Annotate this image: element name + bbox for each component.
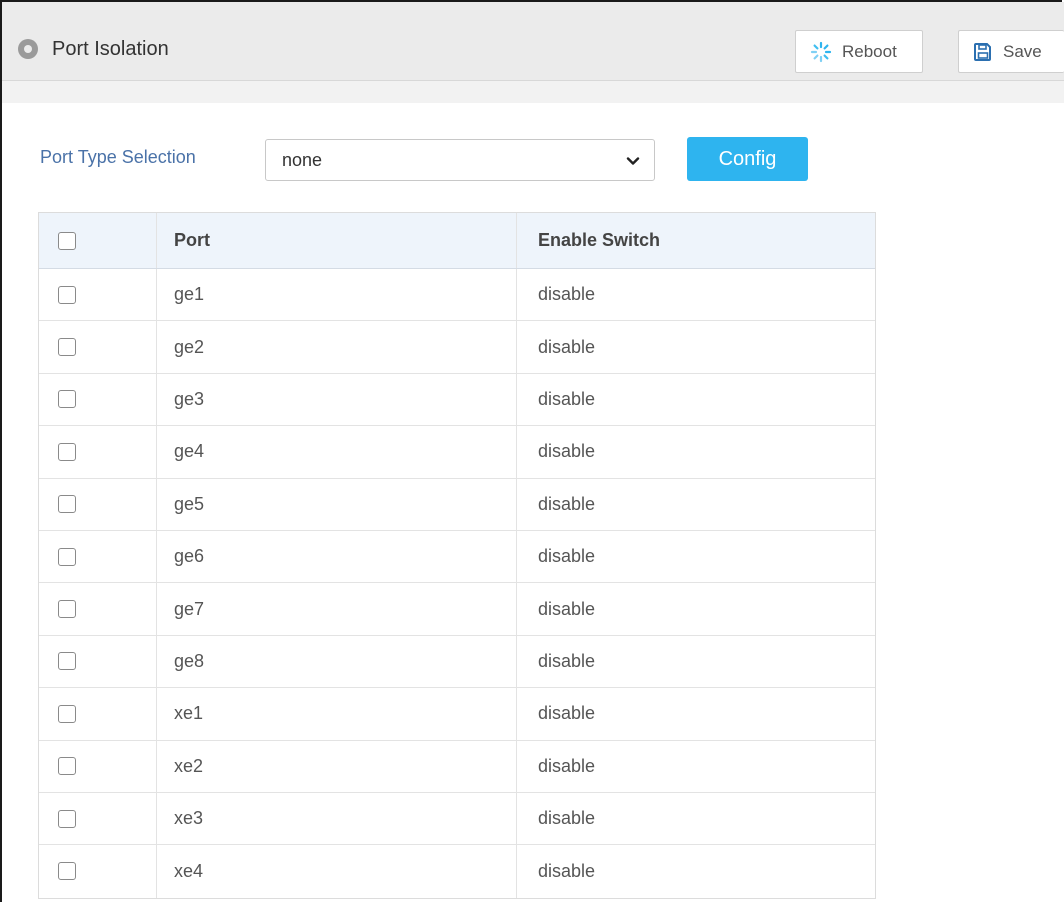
row-checkbox[interactable]	[58, 809, 76, 828]
port-type-select[interactable]: none	[265, 139, 655, 181]
enable-switch-cell: disable	[538, 336, 596, 357]
row-checkbox[interactable]	[58, 338, 76, 357]
column-header-port: Port	[157, 213, 517, 268]
row-checkbox[interactable]	[58, 285, 76, 304]
table-row: ge4 disable	[39, 426, 875, 479]
enable-switch-cell: disable	[538, 755, 596, 776]
header-strip	[2, 81, 1064, 103]
enable-switch-cell: disable	[538, 703, 596, 724]
port-cell: ge2	[157, 321, 517, 373]
row-checkbox[interactable]	[58, 442, 76, 461]
reboot-button[interactable]: Reboot	[795, 30, 923, 73]
row-checkbox-cell	[39, 688, 157, 740]
enable-switch-cell: disable	[538, 441, 596, 462]
select-all-cell	[39, 213, 157, 268]
table-row: ge8 disable	[39, 635, 875, 689]
location-dot-icon	[18, 39, 38, 59]
table-row: xe4 disable	[39, 845, 875, 898]
row-checkbox-cell	[39, 635, 157, 688]
table-row: ge2 disable	[39, 321, 875, 374]
port-cell: ge6	[157, 530, 517, 583]
table-header-row: Port Enable Switch	[39, 213, 875, 269]
table-row: ge3 disable	[39, 373, 875, 427]
enable-switch-cell: disable	[538, 598, 596, 619]
table-row: ge5 disable	[39, 478, 875, 531]
row-checkbox-cell	[39, 373, 157, 426]
row-checkbox-cell	[39, 530, 157, 583]
enable-switch-cell: disable	[538, 650, 596, 671]
row-checkbox-cell	[39, 740, 157, 792]
port-cell: xe1	[157, 688, 517, 740]
select-all-checkbox[interactable]	[58, 231, 76, 250]
table-row: ge1 disable	[39, 269, 875, 322]
floppy-disk-icon	[974, 42, 991, 61]
row-checkbox[interactable]	[58, 390, 76, 409]
save-label: Save	[1003, 41, 1042, 61]
port-cell: ge3	[157, 373, 517, 426]
row-checkbox-cell	[39, 426, 157, 478]
reboot-label: Reboot	[842, 41, 897, 61]
chevron-down-icon	[626, 157, 640, 165]
table-row: ge6 disable	[39, 530, 875, 584]
enable-switch-cell: disable	[538, 284, 596, 305]
enable-switch-cell: disable	[538, 546, 596, 567]
port-cell: ge4	[157, 426, 517, 478]
port-cell: ge8	[157, 635, 517, 688]
row-checkbox[interactable]	[58, 652, 76, 671]
row-checkbox[interactable]	[58, 757, 76, 776]
row-checkbox-cell	[39, 321, 157, 373]
enable-switch-cell: disable	[538, 493, 596, 514]
row-checkbox-cell	[39, 792, 157, 845]
row-checkbox[interactable]	[58, 547, 76, 566]
row-checkbox[interactable]	[58, 704, 76, 723]
row-checkbox[interactable]	[58, 495, 76, 514]
config-button[interactable]: Config	[687, 137, 808, 181]
enable-switch-cell: disable	[538, 388, 596, 409]
port-cell: ge7	[157, 583, 517, 635]
port-cell: xe4	[157, 845, 517, 898]
table-row: xe2 disable	[39, 740, 875, 793]
table-row: xe3 disable	[39, 792, 875, 846]
port-table: Port Enable Switch ge1 disable ge2 disable g…	[38, 212, 876, 899]
row-checkbox-cell	[39, 478, 157, 530]
port-type-value: none	[282, 150, 323, 170]
enable-switch-cell: disable	[538, 860, 596, 881]
port-cell: ge1	[157, 269, 517, 321]
row-checkbox-cell	[39, 583, 157, 635]
port-cell: ge5	[157, 478, 517, 530]
spinner-icon	[810, 41, 832, 62]
column-header-enable-switch: Enable Switch	[538, 230, 661, 250]
row-checkbox-cell	[39, 845, 157, 898]
row-checkbox[interactable]	[58, 600, 76, 619]
table-row: xe1 disable	[39, 688, 875, 741]
port-cell: xe3	[157, 792, 517, 845]
row-checkbox[interactable]	[58, 862, 76, 881]
save-button[interactable]: Save	[958, 30, 1064, 73]
page-title: Port Isolation	[52, 38, 169, 60]
enable-switch-cell: disable	[538, 808, 596, 829]
port-type-label: Port Type Selection	[40, 147, 196, 167]
table-row: ge7 disable	[39, 583, 875, 636]
port-cell: xe2	[157, 740, 517, 792]
row-checkbox-cell	[39, 269, 157, 321]
